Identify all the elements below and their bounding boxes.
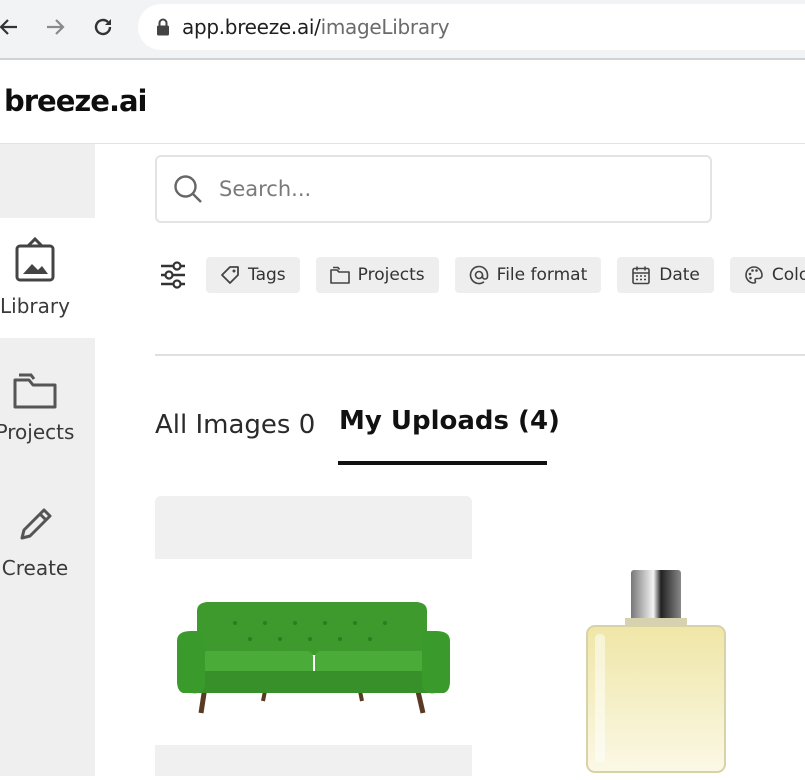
reload-button[interactable]: [88, 10, 118, 44]
folder-icon: [329, 266, 350, 284]
filter-chip-file-format[interactable]: File format: [454, 257, 602, 293]
tag-icon: [221, 266, 239, 284]
filter-chip-label: Tags: [248, 265, 286, 285]
filter-chip-color[interactable]: Color: [729, 257, 805, 293]
library-icon: [14, 236, 56, 288]
sliders-icon: [161, 261, 185, 289]
forward-button[interactable]: [40, 10, 70, 44]
sidebar: Library Projects Create: [0, 144, 95, 776]
image-card[interactable]: [155, 496, 472, 776]
url-path: imageLibrary: [320, 15, 450, 39]
perfume-bottle-image: [586, 570, 726, 773]
filter-chip-projects[interactable]: Projects: [315, 257, 439, 293]
image-thumbnail[interactable]: [155, 559, 472, 745]
reload-icon: [94, 18, 112, 36]
folder-icon: [12, 372, 58, 414]
arrow-left-icon: [0, 19, 17, 35]
filter-bar: Tags Projects File format Date Color: [158, 256, 805, 294]
sidebar-item-library[interactable]: Library: [0, 218, 95, 338]
at-icon: [469, 265, 488, 285]
address-bar[interactable]: app.breeze.ai/imageLibrary: [138, 4, 805, 50]
app-header: breeze.ai: [0, 60, 805, 144]
breeze-logo[interactable]: breeze.ai: [4, 84, 147, 118]
section-divider: [155, 354, 805, 356]
palette-icon: [745, 266, 763, 284]
calendar-icon: [632, 266, 651, 285]
search-box[interactable]: [155, 155, 712, 223]
tab-all-images[interactable]: All Images 0: [155, 410, 315, 440]
sidebar-item-label: Projects: [0, 420, 75, 444]
filter-chip-label: Projects: [357, 265, 425, 285]
sidebar-item-label: Create: [1, 556, 69, 580]
filter-chip-tags[interactable]: Tags: [206, 257, 300, 293]
browser-toolbar: app.breeze.ai/imageLibrary: [0, 0, 805, 60]
filter-chip-date[interactable]: Date: [617, 257, 714, 293]
filter-chip-label: Color: [771, 265, 805, 285]
lock-icon: [156, 18, 170, 36]
sofa-image: [177, 602, 450, 714]
pencil-icon: [14, 504, 56, 550]
filter-chip-label: File format: [496, 265, 588, 285]
arrow-right-icon: [47, 19, 65, 35]
url-host: app.breeze.ai/: [182, 15, 321, 39]
tab-my-uploads[interactable]: My Uploads (4): [339, 406, 560, 436]
filter-settings-button[interactable]: [158, 256, 188, 294]
sidebar-item-projects[interactable]: Projects: [0, 372, 95, 444]
active-tab-indicator: [338, 461, 547, 465]
url-text: app.breeze.ai/imageLibrary: [182, 15, 450, 39]
image-thumbnail[interactable]: [545, 560, 755, 776]
search-input[interactable]: [217, 176, 701, 202]
back-button[interactable]: [0, 10, 24, 44]
filter-chip-label: Date: [659, 265, 700, 285]
sidebar-item-create[interactable]: Create: [0, 504, 95, 580]
sidebar-item-label: Library: [0, 294, 70, 318]
search-icon: [173, 174, 203, 204]
